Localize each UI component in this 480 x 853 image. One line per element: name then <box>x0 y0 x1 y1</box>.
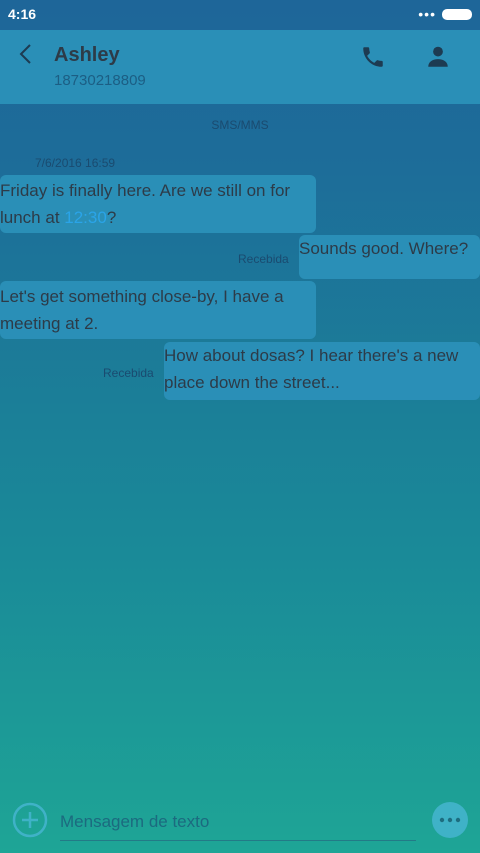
message-text: Friday is finally here. Are we still on … <box>0 181 291 227</box>
time-link[interactable]: 12:30 <box>64 208 107 227</box>
message-input[interactable] <box>60 804 416 841</box>
incoming-message[interactable]: Friday is finally here. Are we still on … <box>0 175 316 233</box>
message-text: Sounds good. Where? <box>299 239 469 258</box>
phone-icon[interactable] <box>360 44 386 70</box>
status-bar: 4:16 ••• <box>0 0 480 30</box>
status-dots: ••• <box>418 6 436 22</box>
message-text: ? <box>106 208 117 227</box>
more-icon <box>439 817 461 823</box>
outgoing-message[interactable]: How about dosas? I hear there's a new pl… <box>164 342 480 400</box>
more-button[interactable] <box>432 802 468 838</box>
contact-name: Ashley <box>54 44 120 66</box>
contact-number: 18730218809 <box>54 72 146 89</box>
conversation-header: Ashley 18730218809 <box>0 30 480 104</box>
delivery-status: Recebida <box>103 366 154 380</box>
message-text: How about dosas? I hear there's a new pl… <box>164 346 459 392</box>
back-arrow-icon[interactable] <box>14 42 38 66</box>
compose-bar <box>0 798 480 853</box>
message-text: Let's get something close-by, I have a m… <box>0 287 284 333</box>
status-time: 4:16 <box>8 6 37 22</box>
channel-label: SMS/MMS <box>211 118 269 132</box>
outgoing-message[interactable]: Sounds good. Where? <box>299 235 480 279</box>
contact-icon[interactable] <box>425 44 451 70</box>
incoming-message[interactable]: Let's get something close-by, I have a m… <box>0 281 316 339</box>
message-timestamp: 7/6/2016 16:59 <box>35 156 116 170</box>
battery-icon <box>442 9 472 20</box>
delivery-status: Recebida <box>238 252 289 266</box>
add-icon[interactable] <box>12 802 48 838</box>
